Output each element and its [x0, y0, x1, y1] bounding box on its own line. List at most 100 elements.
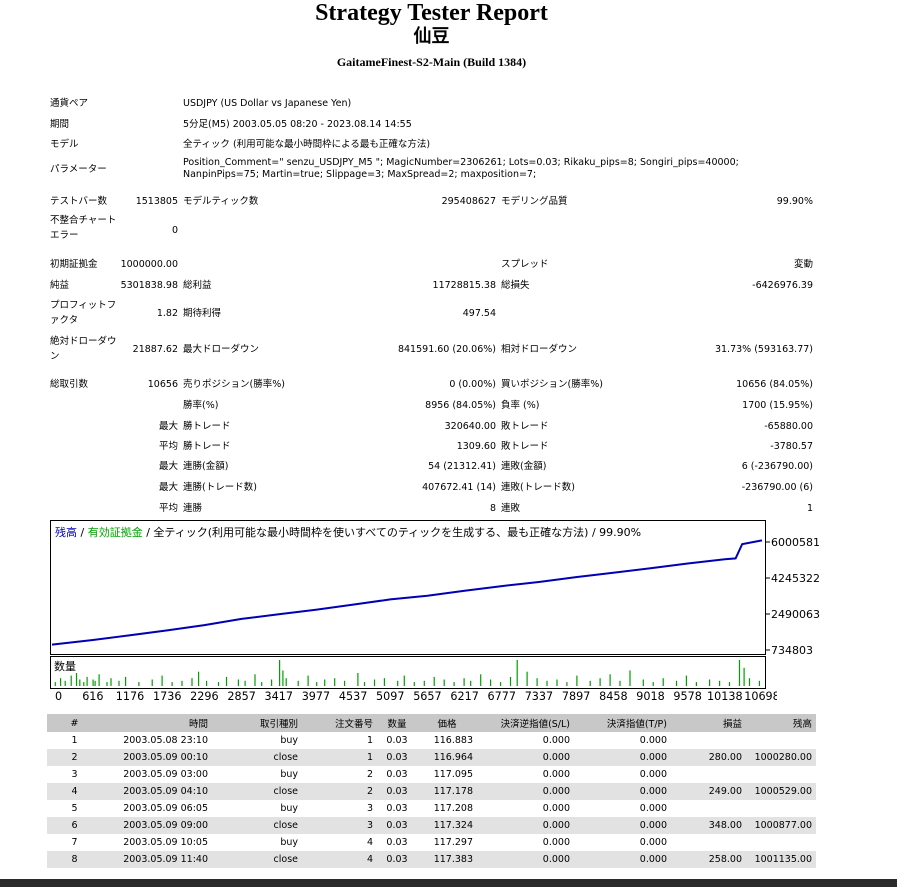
ea-name: 仙豆	[413, 26, 450, 47]
cons-wins-amount-value: 54 (21312.41)	[428, 461, 496, 472]
x-tick-label: 2296	[190, 690, 218, 703]
table-cell: 0.03	[377, 783, 417, 800]
average-label: 平均	[158, 441, 178, 452]
avg-cons-wins-value: 8	[489, 503, 496, 514]
volume-bar	[566, 682, 568, 686]
volume-bar	[470, 680, 472, 686]
total-trades-label: 総取引数	[50, 379, 89, 390]
table-cell: 0.000	[639, 837, 667, 848]
long-positions-value: 10656 (84.05%)	[736, 379, 813, 390]
table-cell: 1001135.00	[746, 851, 816, 868]
legend-equity: 有効証拠金	[88, 525, 143, 539]
window-bottom-bar	[0, 879, 897, 887]
model-label: モデル	[50, 139, 79, 150]
cons-wins-count-label: 連勝(トレード数)	[183, 482, 257, 493]
col-size: 数量	[377, 714, 417, 732]
table-cell: close	[212, 749, 302, 766]
table-cell: 2003.05.08 23:10	[123, 735, 208, 746]
model-value: 全ティック (利用可能な最小時間枠による最も正確な方法)	[183, 139, 431, 150]
volume-bar	[271, 679, 273, 686]
table-cell: 0.03	[377, 749, 417, 766]
server-build: GaitameFinest-S2-Main (Build 1384)	[336, 55, 527, 69]
table-cell: 0.000	[574, 783, 671, 800]
parameters-label: パラメーター	[50, 164, 107, 175]
volume-bar	[307, 675, 309, 686]
average-loss-label: 敗トレード	[501, 441, 549, 452]
volume-chart-frame	[50, 656, 766, 689]
table-cell: 0.000	[639, 735, 667, 746]
table-cell: 0.03	[377, 851, 417, 868]
volume-bar	[75, 673, 78, 686]
max-drawdown-value: 841591.60 (20.06%)	[397, 344, 496, 355]
x-tick-label: 6777	[488, 690, 516, 703]
table-cell: close	[212, 817, 302, 834]
volume-bar	[642, 679, 644, 686]
average-win-label: 勝トレード	[183, 441, 231, 452]
x-tick-label: 8458	[599, 690, 627, 703]
symbol-label: 通貨ペア	[50, 98, 89, 109]
volume-bar	[463, 678, 465, 686]
table-cell: 0.000	[639, 803, 667, 814]
loss-rate-label: 負率 (%)	[501, 400, 540, 411]
table-cell: 0.03	[386, 769, 408, 780]
table-cell: 2003.05.09 11:40	[102, 851, 212, 868]
x-tick-label: 0	[55, 690, 62, 703]
table-cell: 0.000	[542, 803, 570, 814]
volume-bar	[54, 682, 56, 686]
table-cell: 0.000	[477, 817, 574, 834]
table-cell: buy	[280, 769, 298, 780]
largest-win-label: 勝トレード	[183, 421, 231, 432]
volume-bar	[171, 682, 173, 686]
x-tick-label: 7897	[562, 690, 590, 703]
expected-payoff-label: 期待利得	[183, 308, 222, 319]
table-cell: 8	[47, 851, 102, 868]
volume-bar	[225, 676, 228, 686]
legend-sep-2: /	[143, 526, 154, 539]
volume-bar	[556, 679, 558, 686]
table-cell: 0.000	[639, 769, 667, 780]
table-row: 7 2003.05.09 10:05 buy 4 0.03 117.297 0.000 0.0…	[47, 834, 816, 851]
x-tick-label: 10698	[744, 690, 777, 703]
volume-bar	[261, 682, 263, 686]
main-chart-frame	[50, 520, 766, 655]
table-cell: 1	[366, 735, 373, 746]
volume-bar	[397, 680, 399, 686]
chart-legend: 残高 / 有効証拠金 / 全ティック(利用可能な最小時間枠を使いすべてのティック…	[55, 525, 641, 539]
col-sl: 決済逆指値(S/L)	[477, 714, 574, 732]
x-tick-label: 9018	[636, 690, 664, 703]
table-cell: 1000877.00	[746, 817, 816, 834]
legend-sep-1: /	[77, 526, 88, 539]
relative-drawdown-label: 相対ドローダウン	[501, 344, 578, 355]
volume-label: 数量	[54, 660, 76, 673]
table-cell: 0.000	[477, 783, 574, 800]
volume-bar	[217, 682, 220, 686]
volume-bar	[237, 679, 239, 686]
largest-loss-label: 敗トレード	[501, 421, 549, 432]
mismatch-value: 0	[171, 225, 178, 236]
volume-bar	[83, 682, 85, 686]
volume-bar	[423, 680, 425, 686]
quality-label: モデリング品質	[501, 196, 568, 207]
table-cell: buy	[280, 803, 298, 814]
table-cell: 249.00	[671, 783, 746, 800]
volume-bar	[453, 682, 455, 686]
x-tick-label: 7337	[525, 690, 553, 703]
col-balance: 残高	[746, 714, 816, 732]
table-cell	[746, 800, 816, 817]
net-profit-value: 5301838.98	[120, 280, 178, 291]
volume-bar	[357, 673, 359, 686]
volume-bar	[70, 675, 72, 686]
volume-bar	[254, 674, 256, 686]
table-cell: 2003.05.09 10:05	[123, 837, 208, 848]
table-cell: 0.03	[386, 735, 408, 746]
table-cell: 117.324	[417, 817, 477, 834]
bars-label: テストバー数	[50, 196, 108, 207]
short-positions-label: 売りポジション(勝率%)	[183, 379, 285, 390]
table-row: 2 2003.05.09 00:10 close 1 0.03 116.964 0.000 0…	[47, 749, 816, 766]
gross-profit-value: 11728815.38	[432, 280, 496, 291]
table-cell: 117.383	[417, 851, 477, 868]
balance-chart: 残高 / 有効証拠金 / 全ティック(利用可能な最小時間枠を使いすべてのティック…	[50, 520, 766, 689]
table-cell: 7	[71, 837, 78, 848]
table-row: 8 2003.05.09 11:40 close 4 0.03 117.383 0.000 0…	[47, 851, 816, 868]
col-order: 注文番号	[302, 714, 377, 732]
